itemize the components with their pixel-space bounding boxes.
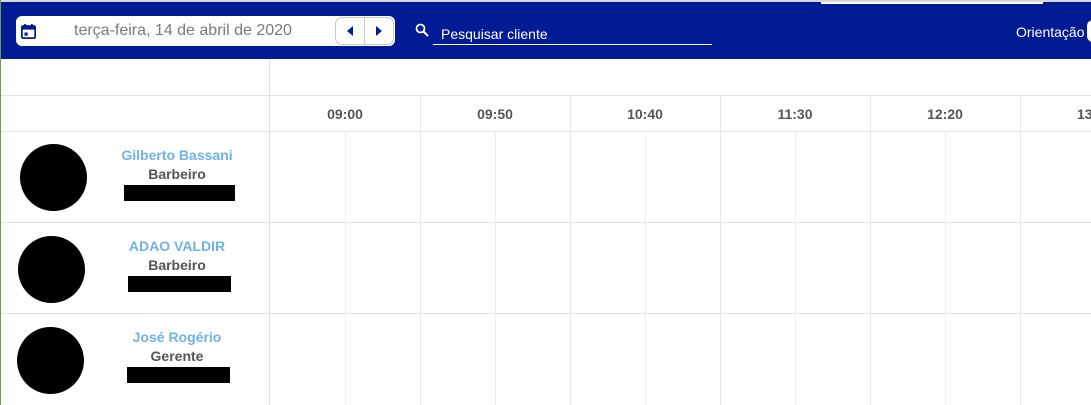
employee-row[interactable]: José Rogério Gerente: [1, 314, 269, 405]
grid-line: [1, 95, 1091, 96]
schedule-page: terça-feira, 14 de abril de 2020 Orienta: [0, 0, 1091, 405]
grid-line: [795, 131, 796, 405]
grid-line: [495, 131, 496, 405]
employee-name[interactable]: ADAO VALDIR: [101, 238, 253, 254]
grid-line: [420, 95, 421, 405]
employee-name[interactable]: José Rogério: [101, 329, 253, 345]
redacted-info: [127, 367, 230, 383]
time-slot-label: 12:20: [927, 106, 963, 122]
previous-day-button[interactable]: [336, 18, 364, 44]
employee-row[interactable]: ADAO VALDIR Barbeiro: [1, 223, 269, 314]
employee-row[interactable]: Gilberto Bassani Barbeiro: [1, 132, 269, 223]
time-slot-label: 10:40: [627, 106, 663, 122]
employee-role: Barbeiro: [148, 166, 206, 182]
employee-role: Gerente: [150, 348, 204, 364]
grid-line: [945, 131, 946, 405]
caret-left-icon: [347, 26, 353, 36]
time-slot-label: 09:50: [477, 106, 513, 122]
redacted-info: [124, 185, 235, 201]
date-nav-group: [335, 17, 394, 45]
next-day-button[interactable]: [364, 18, 393, 44]
date-picker[interactable]: terça-feira, 14 de abril de 2020: [16, 16, 395, 46]
avatar: [20, 144, 87, 211]
caret-right-icon: [376, 26, 382, 36]
grid-line: [345, 131, 346, 405]
top-accent-line: [821, 2, 1043, 4]
search-icon: [415, 23, 429, 37]
grid-line: [870, 95, 871, 405]
client-search-input[interactable]: [433, 20, 712, 45]
grid-line: [645, 131, 646, 405]
grid-line: [720, 95, 721, 405]
schedule-grid: 09:00 09:50 10:40 11:30 12:20 13 Gilbert…: [1, 59, 1091, 405]
selected-date[interactable]: terça-feira, 14 de abril de 2020: [74, 22, 292, 40]
avatar: [17, 327, 84, 394]
time-slot-label: 09:00: [327, 106, 363, 122]
employee-name[interactable]: Gilberto Bassani: [101, 147, 253, 163]
orientation-label: Orientação: [1016, 24, 1085, 40]
orientation-toggle[interactable]: [1087, 20, 1091, 42]
redacted-info: [128, 276, 231, 292]
grid-line: [1020, 95, 1021, 405]
avatar: [18, 236, 85, 303]
grid-line: [570, 95, 571, 405]
calendar-icon[interactable]: [21, 24, 36, 39]
employee-role: Barbeiro: [148, 257, 206, 273]
top-bar: terça-feira, 14 de abril de 2020 Orienta: [1, 0, 1091, 59]
time-slot-label: 11:30: [777, 106, 813, 122]
time-slot-label: 13: [1077, 106, 1091, 122]
